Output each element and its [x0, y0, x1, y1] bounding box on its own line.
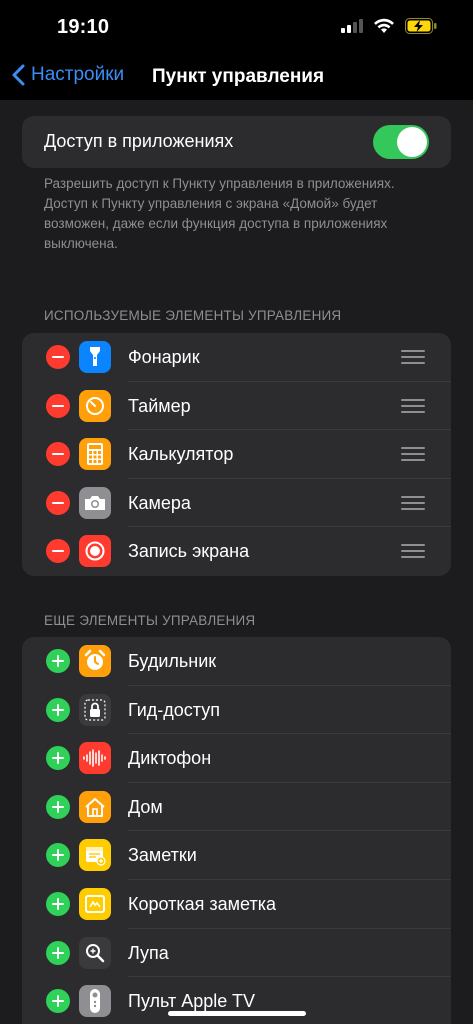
list-item: Будильник [22, 637, 451, 686]
home-icon [79, 790, 111, 823]
list-item-label: Короткая заметка [128, 894, 276, 914]
included-controls-list: Фонарик Таймер Калькулятор Камера Запись… [22, 333, 451, 576]
back-button[interactable]: Настройки [12, 64, 124, 86]
list-item: Фонарик [22, 333, 451, 382]
list-item-label: Дом [128, 796, 163, 817]
add-button[interactable] [46, 989, 70, 1014]
chevron-left-icon [12, 64, 25, 86]
list-item: Пульт Apple TV [22, 977, 451, 1024]
access-footnote: Разрешить доступ к Пункту управления в п… [44, 176, 395, 251]
voice-memos-icon [79, 742, 111, 775]
alarm-icon [79, 645, 111, 677]
list-item: Лупа [22, 929, 451, 978]
battery-charging-icon [405, 18, 437, 34]
list-item: Таймер [22, 382, 451, 431]
add-button[interactable] [46, 794, 70, 819]
access-in-apps-toggle[interactable] [373, 125, 429, 159]
add-button[interactable] [46, 940, 70, 965]
list-item-label: Таймер [128, 395, 191, 416]
navigation-bar: Настройки Пункт управления [0, 56, 473, 100]
add-button[interactable] [46, 843, 70, 868]
screen-recording-icon [79, 535, 111, 568]
timer-icon [79, 389, 111, 422]
reorder-handle[interactable] [401, 544, 425, 559]
list-item: Диктофон [22, 734, 451, 783]
list-item: Заметки [22, 831, 451, 880]
list-item: Калькулятор [22, 430, 451, 479]
back-button-label: Настройки [31, 64, 125, 85]
list-item: Дом [22, 783, 451, 832]
list-item-label: Диктофон [128, 748, 212, 769]
cellular-signal-icon [341, 19, 363, 33]
settings-page: Доступ в приложениях Разрешить доступ к … [0, 100, 473, 1024]
list-item: Запись экрана [22, 527, 451, 576]
list-item: Камера [22, 479, 451, 528]
remove-button[interactable] [46, 345, 70, 369]
more-controls-list: Будильник Гид-доступ Диктофон Дом Заметк… [22, 637, 451, 1024]
remove-button[interactable] [46, 490, 70, 515]
guided-access-icon [79, 693, 111, 726]
status-icons [341, 18, 437, 34]
list-item-label: Фонарик [128, 347, 200, 367]
magnifier-icon [79, 936, 111, 969]
page-title: Пункт управления [152, 66, 325, 87]
access-in-apps-label: Доступ в приложениях [44, 131, 234, 151]
list-item: Гид-доступ [22, 686, 451, 735]
remove-button[interactable] [46, 442, 70, 467]
list-item-label: Лупа [128, 942, 169, 963]
apple-tv-remote-icon [79, 985, 111, 1018]
add-button[interactable] [46, 892, 70, 916]
list-item-label: Гид-доступ [128, 699, 220, 720]
calculator-icon [79, 438, 111, 471]
camera-icon [79, 486, 111, 519]
remove-button[interactable] [46, 393, 70, 418]
status-bar: 19:10 [0, 0, 473, 56]
notes-icon [79, 839, 111, 872]
toggle-knob [397, 127, 427, 157]
list-item-label: Пульт Apple TV [128, 991, 255, 1012]
list-item-label: Камера [128, 492, 191, 513]
remove-button[interactable] [46, 539, 70, 564]
add-button[interactable] [46, 649, 70, 673]
more-controls-header: ЕЩЕ ЭЛЕМЕНТЫ УПРАВЛЕНИЯ [44, 613, 256, 628]
access-in-apps-row: Доступ в приложениях [22, 116, 451, 168]
quick-note-icon [79, 888, 111, 920]
reorder-handle[interactable] [401, 447, 425, 462]
add-button[interactable] [46, 746, 70, 771]
status-time: 19:10 [57, 16, 110, 38]
reorder-handle[interactable] [401, 495, 425, 510]
flashlight-icon [79, 341, 111, 373]
list-item-label: Калькулятор [128, 444, 234, 465]
list-item-label: Запись экрана [128, 541, 250, 562]
list-item: Короткая заметка [22, 880, 451, 929]
included-controls-header: ИСПОЛЬЗУЕМЫЕ ЭЛЕМЕНТЫ УПРАВЛЕНИЯ [44, 308, 342, 323]
add-button[interactable] [46, 697, 70, 722]
list-item-label: Будильник [128, 651, 217, 671]
home-indicator[interactable] [168, 1011, 306, 1016]
reorder-handle[interactable] [401, 350, 425, 364]
wifi-icon [374, 18, 394, 33]
list-item-label: Заметки [128, 845, 197, 866]
reorder-handle[interactable] [401, 398, 425, 413]
